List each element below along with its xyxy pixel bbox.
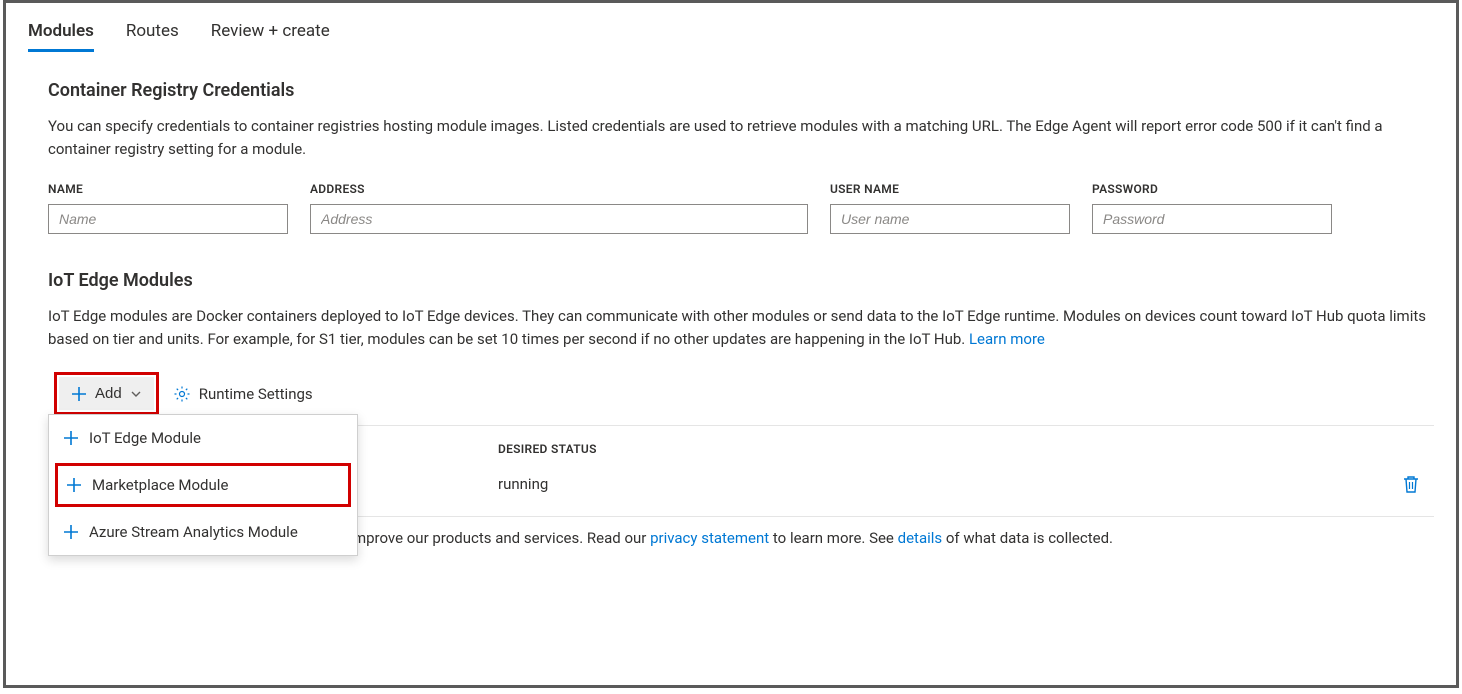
iot-edge-modules-title: IoT Edge Modules (48, 270, 1434, 291)
desired-status-header: DESIRED STATUS (498, 442, 1394, 456)
address-label: ADDRESS (310, 182, 808, 196)
name-label: NAME (48, 182, 288, 196)
dropdown-item-marketplace-module[interactable]: Marketplace Module (55, 463, 351, 507)
dropdown-item-iot-edge-module[interactable]: IoT Edge Module (49, 415, 357, 461)
password-input[interactable] (1092, 204, 1332, 234)
add-button[interactable]: Add (59, 377, 154, 410)
plus-icon (63, 430, 79, 446)
registry-desc: You can specify credentials to container… (48, 115, 1428, 160)
tab-review-create[interactable]: Review + create (211, 21, 330, 52)
details-link[interactable]: details (898, 529, 943, 547)
dropdown-item-asa-module[interactable]: Azure Stream Analytics Module (49, 509, 357, 555)
password-label: PASSWORD (1092, 182, 1332, 196)
plus-icon (71, 386, 87, 402)
delete-module-button[interactable] (1402, 474, 1420, 494)
tab-routes[interactable]: Routes (126, 21, 179, 52)
registry-credentials-row: NAME ADDRESS USER NAME PASSWORD (48, 182, 1434, 234)
runtime-settings-button[interactable]: Runtime Settings (173, 385, 313, 403)
user-name-input[interactable] (830, 204, 1070, 234)
add-button-label: Add (95, 385, 122, 402)
user-name-label: USER NAME (830, 182, 1070, 196)
add-dropdown: IoT Edge Module Marketplace Module Azure… (48, 414, 358, 556)
gear-icon (173, 385, 191, 403)
desired-status-cell: running (498, 475, 1402, 493)
trash-icon (1402, 474, 1420, 494)
chevron-down-icon (130, 388, 142, 400)
plus-icon (63, 524, 79, 540)
page-frame: Modules Routes Review + create Container… (3, 0, 1459, 688)
plus-icon (66, 477, 82, 493)
address-input[interactable] (310, 204, 808, 234)
wizard-tabs: Modules Routes Review + create (28, 21, 1434, 52)
tab-modules[interactable]: Modules (28, 21, 94, 52)
learn-more-link[interactable]: Learn more (969, 330, 1045, 348)
name-input[interactable] (48, 204, 288, 234)
registry-title: Container Registry Credentials (48, 80, 1434, 101)
iot-edge-modules-desc: IoT Edge modules are Docker containers d… (48, 305, 1428, 350)
privacy-statement-link[interactable]: privacy statement (650, 529, 769, 547)
modules-toolbar: Add Runtime Settings IoT Edge Module Mar… (54, 372, 1434, 415)
add-button-highlight: Add (54, 372, 159, 415)
runtime-settings-label: Runtime Settings (199, 385, 313, 403)
